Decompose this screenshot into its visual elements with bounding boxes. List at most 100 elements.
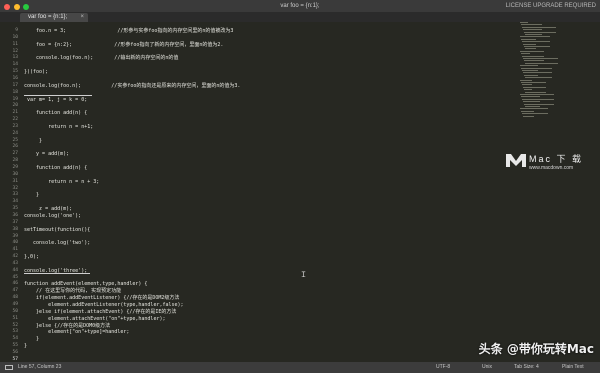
minimap-stroke	[523, 58, 558, 59]
code-line[interactable]: // 在这里写你的代码, 实现预定功能	[24, 288, 121, 294]
code-line[interactable]: console.log('two');	[24, 240, 90, 246]
code-line[interactable]: function add(n) {	[24, 165, 87, 171]
minimap-stroke	[521, 38, 536, 40]
line-number: 11	[12, 41, 18, 47]
code-line[interactable]: if(element.addEventListener) {//存在的是DOM2…	[24, 295, 179, 301]
license-notice[interactable]: LICENSE UPGRADE REQUIRED	[506, 0, 596, 12]
minimap-stroke	[521, 24, 542, 26]
code-line[interactable]: foo = {n:2}; //形参foo指向了新的内存空间，里面n的值为2.	[24, 42, 223, 48]
tab-bar: var foo = {n:1}; ×	[0, 12, 600, 22]
line-number: 38	[12, 226, 18, 232]
line-number: 24	[12, 130, 18, 136]
code-line[interactable]: console.log('one');	[24, 213, 81, 219]
minimap-stroke	[524, 60, 544, 62]
line-number: 20	[12, 103, 18, 109]
encoding-selector[interactable]: UTF-8	[436, 362, 450, 373]
code-line[interactable]: }else {//存在的是DOM0级方法	[24, 323, 110, 329]
underline-separator	[24, 273, 90, 275]
macdown-logo-icon	[506, 154, 526, 167]
watermark-url: www.macdown.com	[529, 165, 574, 171]
line-number: 35	[12, 206, 18, 212]
code-line[interactable]: var m= 1, j = k = 0;	[24, 97, 87, 103]
underline-separator	[24, 95, 92, 97]
minimap-stroke	[522, 70, 538, 71]
minimap-stroke	[520, 79, 532, 81]
line-number: 13	[12, 55, 18, 61]
code-line[interactable]: element.addEventListener(type,handler,fa…	[24, 302, 183, 308]
tab-close-icon[interactable]: ×	[80, 13, 84, 22]
minimap-stroke	[525, 77, 552, 79]
line-number: 51	[12, 315, 18, 321]
code-line[interactable]: z = add(m);	[24, 206, 72, 212]
minimap-stroke	[520, 65, 538, 67]
minimap-stroke	[520, 94, 554, 95]
line-number: 39	[12, 233, 18, 239]
code-line[interactable]: }else if(element.attachEvent) {//存在的是IE的…	[24, 309, 176, 315]
minimap-stroke	[523, 101, 540, 103]
panel-toggle-icon[interactable]	[5, 365, 13, 370]
line-number: 28	[12, 158, 18, 164]
line-endings-selector[interactable]: Unix	[482, 362, 492, 373]
title-bar: var foo = {n:1}; LICENSE UPGRADE REQUIRE…	[0, 0, 600, 12]
minimap-stroke	[523, 72, 552, 74]
minimap-stroke	[524, 31, 556, 33]
code-editor[interactable]: 9 10 11 12 13 14 15 16 17 18 19 20 21 22 23 24 25 26 27 28 2…	[0, 22, 600, 364]
cursor-position: Line 57, Column 23	[18, 364, 62, 370]
macdown-watermark: Mac 下 载 www.macdown.com	[505, 150, 597, 180]
line-number: 18	[12, 89, 18, 95]
code-line[interactable]: element.attachEvent("on"+type,handler);	[24, 316, 165, 322]
code-line[interactable]: },0);	[24, 254, 39, 260]
code-line[interactable]: function add(n) {	[24, 110, 87, 116]
minimap-stroke	[525, 34, 542, 35]
code-line[interactable]: })(foo);	[24, 69, 48, 75]
minimap-stroke	[521, 96, 540, 98]
minimap-stroke	[525, 106, 540, 107]
code-line[interactable]: element["on"+type]=handler;	[24, 329, 129, 335]
line-number: 14	[12, 62, 18, 68]
code-line[interactable]: foo.n = 3; //形参与实参foo指向的内存空间里的n的值被改为3	[24, 28, 233, 34]
line-number: 47	[12, 288, 18, 294]
code-line[interactable]: setTimeout(function(){	[24, 227, 90, 233]
status-bar: Line 57, Column 23 UTF-8 Unix Tab Size: …	[0, 362, 600, 373]
minimap-stroke	[521, 67, 552, 69]
line-number-gutter: 9 10 11 12 13 14 15 16 17 18 19 20 21 22 23 24 25 26 27 28 2…	[0, 22, 22, 362]
code-line[interactable]: console.log(foo.n); //输出新的内存空间的n的值	[24, 55, 178, 61]
line-number: 34	[12, 199, 18, 205]
syntax-selector[interactable]: Plain Text	[562, 362, 584, 373]
minimap-stroke	[525, 62, 558, 64]
minimap-stroke	[523, 86, 546, 88]
code-line[interactable]: return n = n + 3;	[24, 179, 99, 185]
line-number: 17	[12, 82, 18, 88]
line-number: 41	[12, 247, 18, 253]
line-number: 33	[12, 192, 18, 198]
minimap-stroke	[523, 43, 536, 45]
line-number: 54	[12, 336, 18, 342]
minimap-stroke	[521, 82, 546, 83]
line-number: 21	[12, 110, 18, 116]
code-line[interactable]: }	[24, 138, 42, 144]
minimap-stroke	[523, 29, 542, 31]
code-line[interactable]: console.log(foo.n); //实参foo的指向还是原来的内存空间，…	[24, 83, 240, 89]
minimap-stroke	[522, 113, 548, 115]
line-number: 19	[12, 96, 18, 102]
code-line[interactable]: }	[24, 336, 39, 342]
line-number: 25	[12, 137, 18, 143]
line-number: 45	[12, 274, 18, 280]
code-line[interactable]: y = add(m);	[24, 151, 69, 157]
line-number: 37	[12, 219, 18, 225]
code-line[interactable]: }	[24, 192, 39, 198]
code-line[interactable]: function addEvent(element,type,handler) …	[24, 281, 147, 287]
line-number: 26	[12, 144, 18, 150]
code-line[interactable]: return n = n+1;	[24, 124, 93, 130]
toutiao-overlay: 头条 @带你玩转Mac	[478, 342, 594, 356]
minimap-stroke	[524, 46, 550, 47]
line-number: 40	[12, 240, 18, 246]
minimap[interactable]	[520, 22, 562, 132]
code-line[interactable]: }	[24, 343, 27, 349]
watermark-brand: Mac 下 载	[529, 154, 584, 164]
file-tab[interactable]: var foo = {n:1}; ×	[20, 13, 88, 22]
line-number: 46	[12, 281, 18, 287]
tab-size-selector[interactable]: Tab Size: 4	[514, 362, 539, 373]
minimap-stroke	[523, 115, 534, 117]
line-number: 15	[12, 69, 18, 75]
